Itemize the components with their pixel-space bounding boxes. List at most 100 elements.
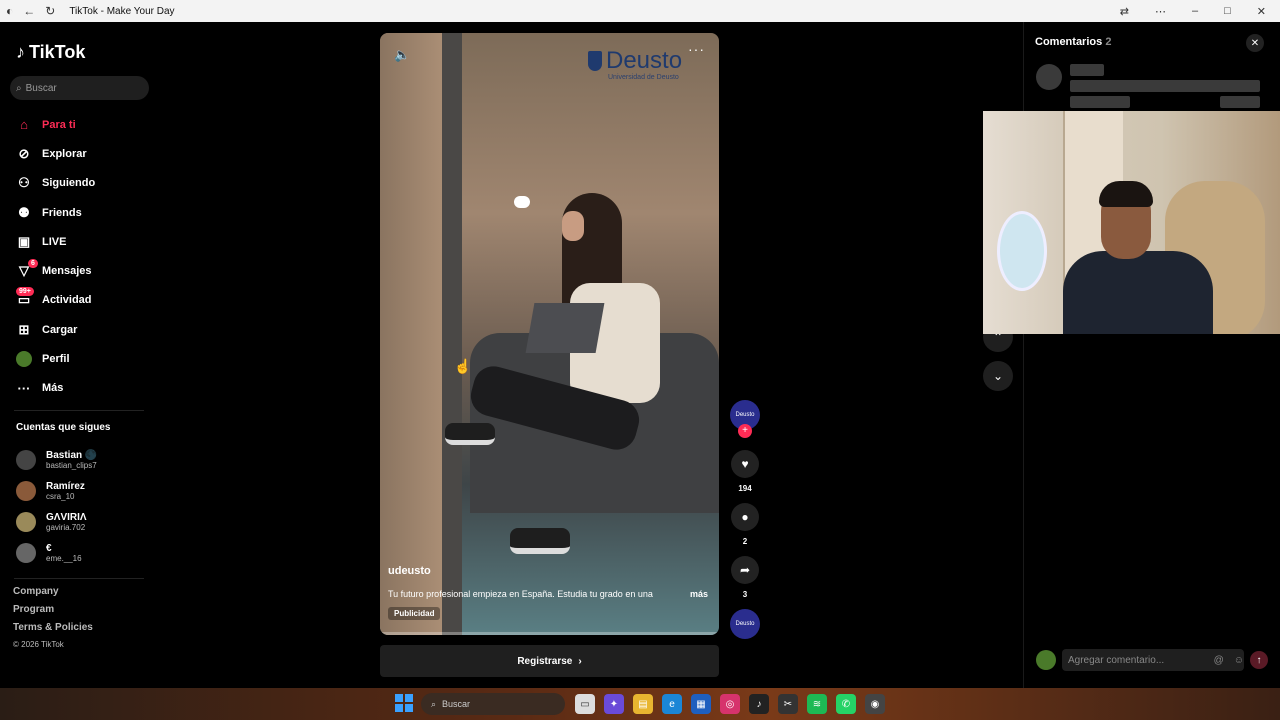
video-username[interactable]: udeusto <box>388 565 431 577</box>
emoji-icon[interactable]: ☺ <box>1234 655 1244 666</box>
taskbar-search[interactable]: ⌕ Buscar <box>421 693 565 715</box>
sidebar-item-mensajes[interactable]: ▽ 6 Mensajes <box>16 256 95 285</box>
sidebar-item-label: Friends <box>42 206 82 219</box>
share-button[interactable]: ➦ <box>731 556 759 584</box>
sidebar-item-explorar[interactable]: ⊘ Explorar <box>16 139 95 168</box>
follow-plus-icon[interactable]: + <box>738 424 752 438</box>
share-count: 3 <box>742 590 748 599</box>
music-disc[interactable]: Deusto <box>730 609 760 639</box>
windows-start-icon[interactable] <box>395 694 413 712</box>
upload-icon: ⊞ <box>18 321 30 337</box>
sidebar-item-para-ti[interactable]: ⌂ Para ti <box>16 110 95 139</box>
mention-icon[interactable]: @ <box>1214 655 1224 666</box>
logo-text: TikTok <box>29 42 86 62</box>
brand-subtitle: Universidad de Deusto <box>608 74 679 81</box>
chevron-down-icon: ⌄ <box>992 369 1004 383</box>
brand-name: Deusto <box>606 47 683 74</box>
following-icon: ⚇ <box>18 175 30 191</box>
video-scene-pillar <box>442 33 462 635</box>
search-input[interactable]: ⌕ Buscar <box>10 76 149 100</box>
following-title: Cuentas que sigues <box>16 422 111 433</box>
next-video-button[interactable]: ⌄ <box>983 361 1013 391</box>
video-player[interactable]: Deusto Universidad de Deusto 🔈 ··· udeus… <box>380 33 719 635</box>
close-icon: ✕ <box>1250 37 1260 49</box>
account-handle: bastian_clips7 <box>46 460 97 470</box>
share-icon: ➦ <box>739 563 751 577</box>
hand-cursor-icon: ☝ <box>454 358 472 374</box>
comment-input[interactable]: Agregar comentario... @ ☺ <box>1062 649 1244 671</box>
copyright: © 2026 TikTok <box>13 640 64 649</box>
footer-link-company[interactable]: Company <box>13 586 93 604</box>
like-count: 194 <box>738 484 752 493</box>
comments-count: 2 <box>1105 36 1112 48</box>
spotify-icon[interactable]: ≋ <box>807 694 827 714</box>
store-icon[interactable]: ▦ <box>691 694 711 714</box>
profile-avatar <box>16 351 32 368</box>
footer-link-terms[interactable]: Terms & Policies <box>13 622 93 640</box>
browser-tab-title: TikTok - Make Your Day <box>69 5 175 17</box>
following-account[interactable]: € eme.__16 <box>16 537 97 568</box>
register-button[interactable]: Registrarse › <box>380 645 719 677</box>
more-link[interactable]: más <box>690 589 708 599</box>
following-account[interactable]: GΛVIRIΛ gaviria.702 <box>16 506 97 537</box>
send-button[interactable]: ↑ <box>1250 651 1268 669</box>
edge-icon[interactable]: e <box>662 694 682 714</box>
like-button[interactable]: ♥ <box>731 450 759 478</box>
copilot-icon[interactable]: ✦ <box>604 694 624 714</box>
footer-link-program[interactable]: Program <box>13 604 93 622</box>
sidebar-item-actividad[interactable]: ▭ 99+ Actividad <box>16 286 95 315</box>
task-view-icon[interactable]: ▭ <box>575 694 595 714</box>
sidebar-item-friends[interactable]: ⚉ Friends <box>16 198 95 227</box>
following-account[interactable]: Ramírez csra_10 <box>16 475 97 506</box>
sidebar-item-label: Perfil <box>42 353 70 366</box>
sidebar-item-siguiendo[interactable]: ⚇ Siguiendo <box>16 169 95 198</box>
chrome-icon[interactable]: ◉ <box>865 694 885 714</box>
description-text: Tu futuro profesional empieza en España.… <box>388 589 653 599</box>
video-progress-bar[interactable] <box>380 632 719 635</box>
tiktok-taskbar-icon[interactable]: ♪ <box>749 694 769 714</box>
author-badge-text: Deusto <box>735 412 755 418</box>
close-comments-button[interactable]: ✕ <box>1246 34 1264 52</box>
translate-icon[interactable]: ⇄ <box>1120 5 1129 18</box>
live-icon: ▣ <box>17 233 31 249</box>
video-scene-wall <box>380 33 442 635</box>
nav-list: ⌂ Para ti ⊘ Explorar ⚇ Siguiendo ⚉ Frien… <box>16 110 95 403</box>
menu-icon[interactable]: ⋯ <box>1155 5 1166 18</box>
capcut-icon[interactable]: ✂ <box>778 694 798 714</box>
video-more-icon[interactable]: ··· <box>688 41 705 57</box>
close-window-icon[interactable]: ✕ <box>1257 5 1266 18</box>
tiktok-logo[interactable]: ♪ TikTok <box>16 42 85 63</box>
action-column: Deusto + ♥ 194 ● 2 ➦ 3 Deusto <box>729 400 761 639</box>
deusto-shield-icon <box>588 51 602 71</box>
instagram-icon[interactable]: ◎ <box>720 694 740 714</box>
comment-button[interactable]: ● <box>731 503 759 531</box>
sidebar-item-perfil[interactable]: Perfil <box>16 344 95 373</box>
following-account[interactable]: Bastian 🌑 bastian_clips7 <box>16 444 97 475</box>
sidebar: ♪ TikTok ⌕ Buscar ⌂ Para ti ⊘ Explorar ⚇… <box>0 22 160 688</box>
register-label: Registrarse <box>517 655 573 667</box>
account-handle: gaviria.702 <box>46 522 86 532</box>
webcam-overlay <box>983 111 1280 334</box>
sponsored-tag: Publicidad <box>388 607 441 620</box>
maximize-icon[interactable]: □ <box>1224 5 1231 18</box>
browser-nav: ◐ ← ↻ <box>0 4 55 18</box>
arrow-up-icon: ↑ <box>1256 654 1262 666</box>
sidebar-item-label: Cargar <box>42 323 78 336</box>
taskbar-search-placeholder: Buscar <box>442 699 471 709</box>
reload-icon[interactable]: ↻ <box>45 4 55 18</box>
minimize-icon[interactable]: – <box>1192 5 1198 18</box>
volume-icon[interactable]: 🔈 <box>394 47 410 63</box>
account-name: GΛVIRIΛ <box>46 511 87 523</box>
account-name: Ramírez <box>46 480 85 492</box>
whatsapp-icon[interactable]: ✆ <box>836 694 856 714</box>
tiktok-note-icon: ♪ <box>16 42 25 62</box>
video-scene-person <box>445 193 670 554</box>
back-icon[interactable]: ← <box>23 4 35 18</box>
sidebar-item-label: Para ti <box>42 118 76 131</box>
file-explorer-icon[interactable]: ▤ <box>633 694 653 714</box>
messages-badge: 6 <box>28 259 38 269</box>
sidebar-item-cargar[interactable]: ⊞ Cargar <box>16 315 95 344</box>
sidebar-item-live[interactable]: ▣ LIVE <box>16 227 95 256</box>
sidebar-item-mas[interactable]: ··· Más <box>16 374 95 403</box>
author-avatar[interactable]: Deusto + <box>730 400 760 438</box>
